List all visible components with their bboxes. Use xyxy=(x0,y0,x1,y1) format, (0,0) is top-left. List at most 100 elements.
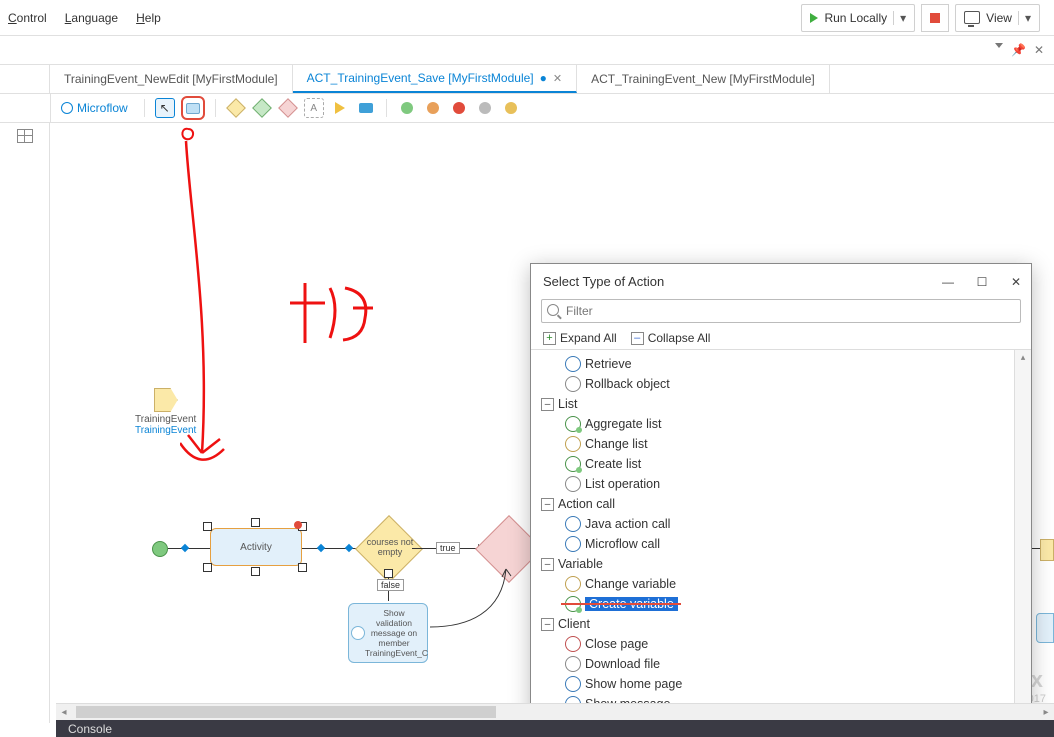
flow-handle[interactable] xyxy=(181,544,189,552)
stop-button[interactable] xyxy=(921,4,949,32)
annotation-tool[interactable]: A xyxy=(304,98,324,118)
tree-item-listop[interactable]: List operation xyxy=(535,474,1031,494)
activity-node[interactable]: Activity xyxy=(210,528,302,566)
parameter-training-event[interactable]: TrainingEvent TrainingEvent xyxy=(135,388,196,436)
tree-item-aggregate[interactable]: Aggregate list xyxy=(535,414,1031,434)
tree-item-changevar[interactable]: Change variable xyxy=(535,574,1031,594)
resize-handle[interactable] xyxy=(251,567,260,576)
tree-item-changelist[interactable]: Change list xyxy=(535,434,1031,454)
end-icon xyxy=(427,102,439,114)
tree-item-download[interactable]: Download file xyxy=(535,654,1031,674)
grid-icon[interactable] xyxy=(17,129,33,143)
scroll-left-icon[interactable]: ◂ xyxy=(56,707,72,718)
flow-handle[interactable] xyxy=(345,544,353,552)
tree-item-rollback[interactable]: Rollback object xyxy=(535,374,1031,394)
collapse-all-button[interactable]: –Collapse All xyxy=(631,331,711,345)
resize-handle[interactable] xyxy=(384,569,393,578)
loop-icon xyxy=(335,102,345,114)
annotation-glyph xyxy=(275,273,395,363)
tab-act-save[interactable]: ACT_TrainingEvent_Save [MyFirstModule] ●… xyxy=(293,65,577,93)
vertical-scrollbar[interactable]: ▴ ▾ xyxy=(1014,350,1031,737)
close-icon[interactable]: ✕ xyxy=(1009,275,1023,289)
action-tree[interactable]: ▴ ▾ Retrieve Rollback object –List Aggre… xyxy=(531,349,1031,737)
palette-sliver-2[interactable] xyxy=(1036,613,1054,643)
start-icon xyxy=(401,102,413,114)
error-event-tool[interactable] xyxy=(449,98,469,118)
parameter-icon xyxy=(154,388,178,412)
merge-tool[interactable] xyxy=(252,98,272,118)
maximize-icon[interactable]: ☐ xyxy=(975,275,989,289)
activity-tool[interactable] xyxy=(181,96,205,120)
menu-language[interactable]: Language xyxy=(65,11,118,25)
menu-control[interactable]: CControlontrol xyxy=(8,11,47,25)
console-panel[interactable]: Console xyxy=(56,720,1054,737)
scroll-right-icon[interactable]: ▸ xyxy=(1038,707,1054,718)
collapse-icon[interactable]: – xyxy=(541,558,554,571)
tree-group-variable[interactable]: –Variable xyxy=(535,554,1031,574)
dialog-titlebar[interactable]: Select Type of Action — ☐ ✕ xyxy=(531,264,1031,295)
loop-tool[interactable] xyxy=(330,98,350,118)
error-handle[interactable] xyxy=(294,521,302,529)
filter-input[interactable] xyxy=(541,299,1021,323)
validation-message-node[interactable]: Show validation message on member Traini… xyxy=(348,603,428,663)
minus-icon: – xyxy=(631,332,644,345)
collapse-icon[interactable]: – xyxy=(541,498,554,511)
resize-handle[interactable] xyxy=(203,522,212,531)
tree-group-client[interactable]: –Client xyxy=(535,614,1031,634)
flow-edge-return[interactable] xyxy=(428,563,518,643)
chevron-down-icon[interactable]: ▾ xyxy=(1018,11,1031,25)
tab-act-new[interactable]: ACT_TrainingEvent_New [MyFirstModule] xyxy=(577,65,830,93)
dialog-title: Select Type of Action xyxy=(543,274,664,289)
continue-event-tool[interactable] xyxy=(475,98,495,118)
tree-item-showhome[interactable]: Show home page xyxy=(535,674,1031,694)
horizontal-scrollbar[interactable]: ◂ ▸ xyxy=(56,703,1054,720)
download-icon xyxy=(565,656,581,672)
palette-sliver-1[interactable] xyxy=(1040,539,1054,561)
dropdown-icon[interactable] xyxy=(995,43,1003,48)
tab-training-newedit[interactable]: TrainingEvent_NewEdit [MyFirstModule] xyxy=(50,65,293,93)
close-icon[interactable]: ✕ xyxy=(1034,43,1044,57)
decision-tool[interactable] xyxy=(226,98,246,118)
expand-all-button[interactable]: +Expand All xyxy=(543,331,617,345)
tree-item-mfcall[interactable]: Microflow call xyxy=(535,534,1031,554)
tab-label: ACT_TrainingEvent_New [MyFirstModule] xyxy=(591,72,815,86)
view-label: View xyxy=(986,11,1012,25)
view-button[interactable]: View ▾ xyxy=(955,4,1040,32)
tree-item-createlist[interactable]: Create list xyxy=(535,454,1031,474)
chevron-down-icon[interactable]: ▾ xyxy=(893,11,906,25)
run-locally-button[interactable]: Run Locally ▾ xyxy=(801,4,915,32)
pin-icon[interactable]: 📌 xyxy=(1011,43,1026,57)
annotation-underline xyxy=(561,603,681,605)
tree-item-retrieve[interactable]: Retrieve xyxy=(535,354,1031,374)
minimize-icon[interactable]: — xyxy=(941,275,955,289)
scrollbar-thumb[interactable] xyxy=(76,706,496,718)
scroll-up-icon[interactable]: ▴ xyxy=(1015,350,1031,364)
flow-handle[interactable] xyxy=(317,544,325,552)
monitor-icon xyxy=(964,11,980,24)
microflow-toolbar: Microflow ↖ A xyxy=(51,94,531,122)
snapshot-tool[interactable] xyxy=(356,98,376,118)
tab-close-icon[interactable]: ✕ xyxy=(553,72,562,85)
resize-handle[interactable] xyxy=(203,563,212,572)
collapse-icon[interactable]: – xyxy=(541,618,554,631)
error-tool[interactable] xyxy=(278,98,298,118)
tree-item-closepage[interactable]: Close page xyxy=(535,634,1031,654)
break-icon xyxy=(505,102,517,114)
start-event-tool[interactable] xyxy=(397,98,417,118)
resize-handle[interactable] xyxy=(251,518,260,527)
editor-tabs: TrainingEvent_NewEdit [MyFirstModule] AC… xyxy=(50,65,830,93)
run-label: Run Locally xyxy=(824,11,887,25)
end-event-tool[interactable] xyxy=(423,98,443,118)
resize-handle[interactable] xyxy=(298,563,307,572)
start-event[interactable] xyxy=(152,541,168,557)
menu-help[interactable]: Help xyxy=(136,11,161,25)
tree-item-java[interactable]: Java action call xyxy=(535,514,1031,534)
camera-icon xyxy=(359,103,373,113)
tree-group-actioncall[interactable]: –Action call xyxy=(535,494,1031,514)
break-event-tool[interactable] xyxy=(501,98,521,118)
pointer-tool[interactable]: ↖ xyxy=(155,98,175,118)
collapse-icon[interactable]: – xyxy=(541,398,554,411)
tree-group-list[interactable]: –List xyxy=(535,394,1031,414)
microflow-icon xyxy=(61,102,73,114)
validation-label: Show validation message on member Traini… xyxy=(365,608,428,658)
